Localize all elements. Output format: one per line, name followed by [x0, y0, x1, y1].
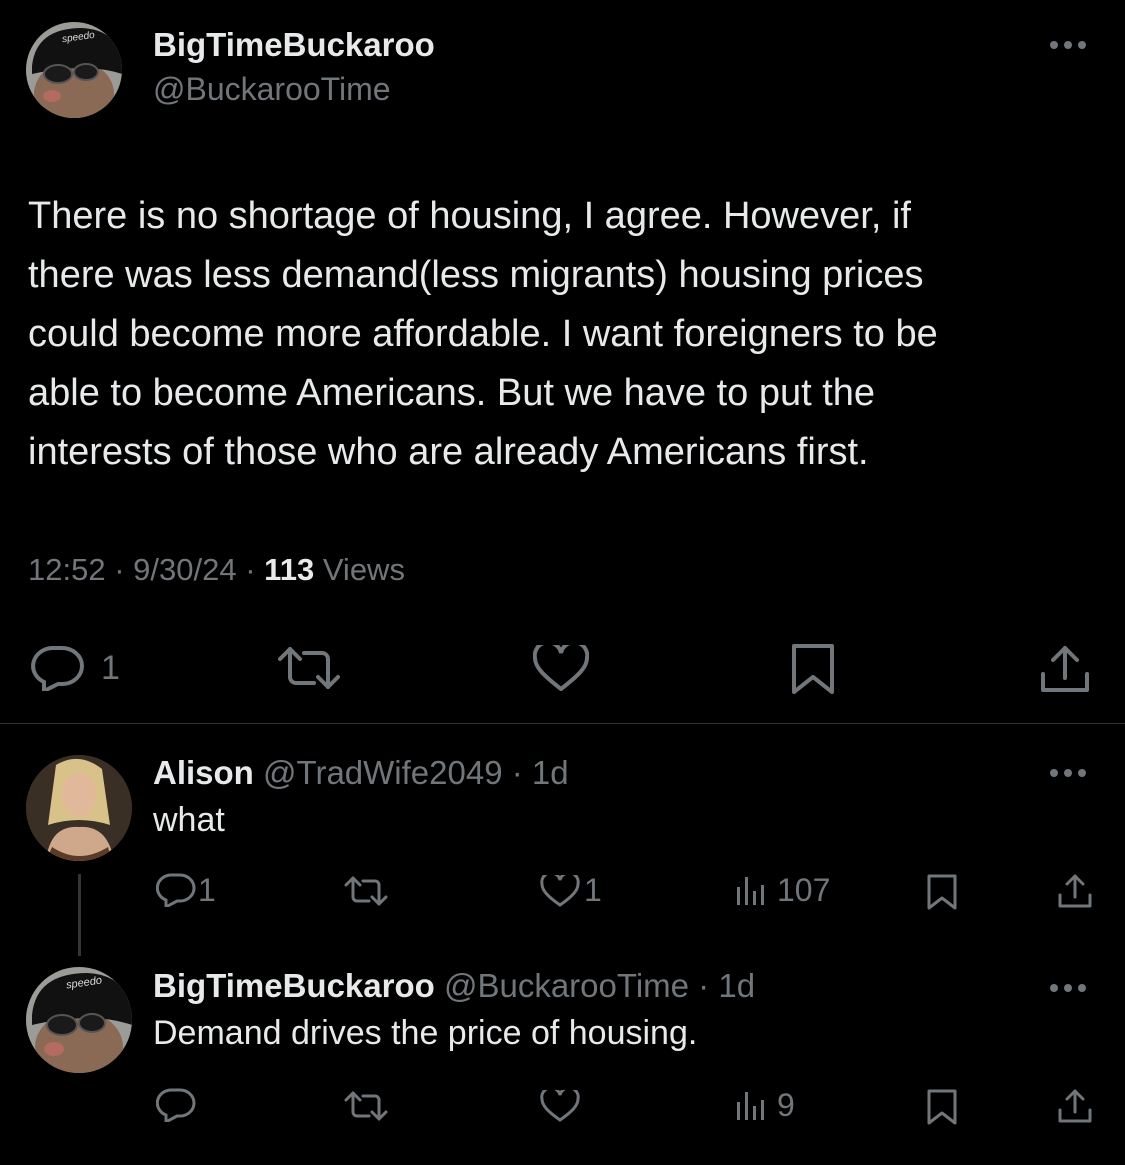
divider: [0, 723, 1125, 724]
share-icon[interactable]: [1057, 873, 1093, 909]
post-text-line: could become more affordable. I want for…: [28, 313, 938, 355]
bookmark-icon[interactable]: [791, 643, 835, 695]
like-icon[interactable]: [540, 1090, 580, 1122]
reply-count: 1: [101, 649, 120, 687]
reply-age[interactable]: 1d: [532, 754, 569, 791]
post-date[interactable]: 9/30/24: [133, 552, 236, 587]
reply-avatar[interactable]: [26, 755, 132, 861]
reply-text: Demand drives the price of housing.: [153, 1014, 698, 1052]
reply-count: 1: [198, 872, 216, 908]
post-text-line: interests of those who are already Ameri…: [28, 431, 869, 473]
post-text-line: there was less demand(less migrants) hou…: [28, 254, 924, 296]
reply-age[interactable]: 1d: [718, 967, 755, 1004]
like-count: 1: [584, 872, 602, 908]
reply-header: BigTimeBuckaroo @BuckarooTime · 1d: [153, 967, 755, 1005]
thread-connector: [78, 874, 81, 956]
share-icon[interactable]: [1039, 644, 1091, 694]
post-text-line: able to become Americans. But we have to…: [28, 372, 876, 414]
more-options-icon[interactable]: [1050, 38, 1090, 52]
post-text: There is no shortage of housing, I agree…: [28, 187, 938, 482]
share-icon[interactable]: [1057, 1088, 1093, 1124]
reply-icon[interactable]: [30, 645, 86, 691]
views-count: 107: [777, 872, 831, 908]
separator: ·: [114, 552, 125, 587]
bookmark-icon[interactable]: [926, 1088, 958, 1126]
reply-text: what: [153, 801, 225, 839]
views-label: Views: [322, 552, 405, 587]
reply-handle[interactable]: @TradWife2049: [263, 754, 503, 791]
post-meta: 12:52 · 9/30/24 · 113 Views: [28, 552, 405, 588]
bookmark-icon[interactable]: [926, 873, 958, 911]
views-count: 9: [777, 1087, 795, 1123]
separator: ·: [698, 967, 710, 1004]
retweet-icon[interactable]: [343, 1090, 389, 1122]
reply-display-name[interactable]: BigTimeBuckaroo: [153, 967, 435, 1004]
author-avatar[interactable]: speedo: [26, 22, 122, 118]
like-icon[interactable]: [540, 875, 580, 907]
reply-icon[interactable]: [156, 873, 196, 907]
author-handle[interactable]: @BuckarooTime: [153, 71, 391, 108]
views-count: 113: [264, 552, 315, 587]
reply-handle[interactable]: @BuckarooTime: [444, 967, 689, 1004]
post-time[interactable]: 12:52: [28, 552, 106, 587]
avatar-image: [26, 755, 132, 861]
views-icon[interactable]: [735, 875, 769, 907]
separator: ·: [245, 552, 256, 587]
post-text-line: There is no shortage of housing, I agree…: [28, 195, 911, 237]
reply-header: Alison @TradWife2049 · 1d: [153, 754, 569, 792]
more-options-icon[interactable]: [1050, 981, 1090, 995]
retweet-icon[interactable]: [343, 875, 389, 907]
reply-icon[interactable]: [156, 1088, 196, 1122]
retweet-icon[interactable]: [276, 645, 342, 691]
reply-avatar[interactable]: speedo: [26, 967, 132, 1073]
separator: ·: [511, 754, 523, 791]
like-icon[interactable]: [533, 645, 589, 691]
reply-display-name[interactable]: Alison: [153, 754, 254, 791]
author-display-name[interactable]: BigTimeBuckaroo: [153, 26, 435, 64]
more-options-icon[interactable]: [1050, 766, 1090, 780]
views-icon[interactable]: [735, 1090, 769, 1122]
